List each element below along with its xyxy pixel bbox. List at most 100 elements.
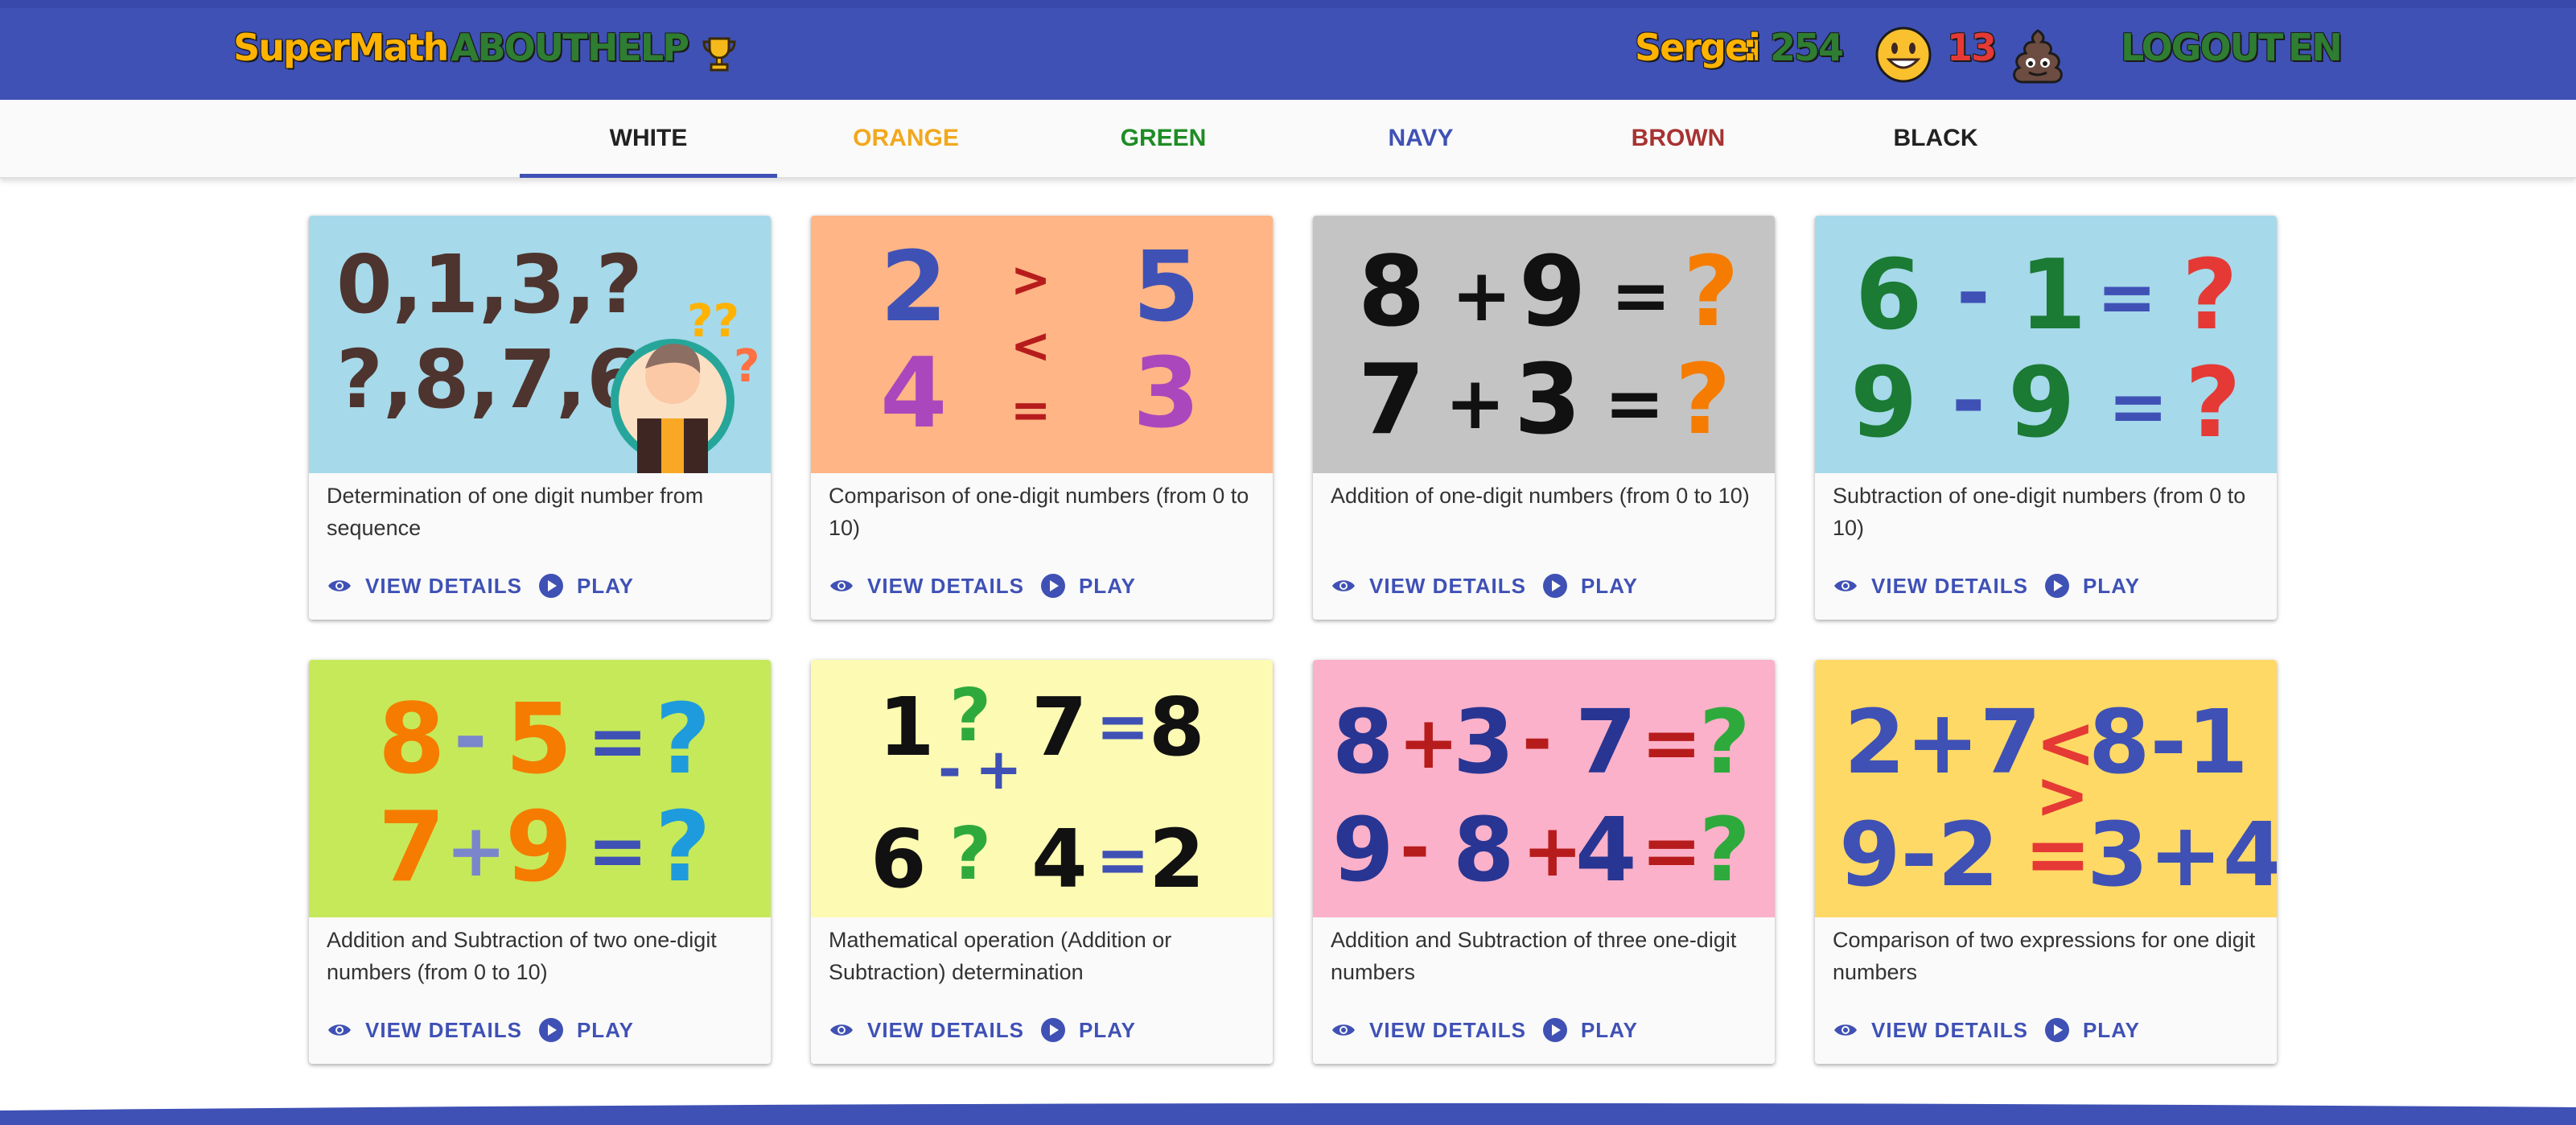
image-text: ? xyxy=(655,684,711,796)
play-button[interactable]: PLAY xyxy=(538,1017,634,1043)
image-text: 7 xyxy=(1031,680,1088,774)
card-description: Subtraction of one-digit numbers (from 0… xyxy=(1833,484,2246,540)
play-label: PLAY xyxy=(576,1017,634,1042)
image-text: 8 xyxy=(1332,690,1394,793)
play-button[interactable]: PLAY xyxy=(1542,1017,1638,1043)
play-circle-icon xyxy=(538,574,563,598)
play-button[interactable]: PLAY xyxy=(1040,1017,1136,1043)
image-text: 4 xyxy=(1031,812,1088,906)
image-text: 8 xyxy=(1149,680,1205,774)
card-actions: VIEW DETAILS PLAY xyxy=(829,1014,1152,1046)
play-button[interactable]: PLAY xyxy=(1040,573,1136,599)
image-text: 8 xyxy=(1453,798,1515,901)
image-text: 6 xyxy=(870,812,927,906)
svg-text:?: ? xyxy=(734,340,759,393)
play-label: PLAY xyxy=(576,573,634,598)
image-text: 9 xyxy=(1519,237,1586,348)
view-details-label: VIEW DETAILS xyxy=(1871,573,2028,598)
tab-brown[interactable]: BROWN xyxy=(1549,100,1807,177)
view-details-button[interactable]: VIEW DETAILS xyxy=(1833,1018,2028,1043)
view-details-button[interactable]: VIEW DETAILS xyxy=(1833,574,2028,599)
language-selector[interactable]: EN xyxy=(2288,26,2343,69)
active-tab-indicator xyxy=(520,174,777,178)
tab-label: WHITE xyxy=(609,125,688,151)
image-text: - xyxy=(938,736,961,802)
tab-black[interactable]: BLACK xyxy=(1807,100,2064,177)
logout-link[interactable]: LOGOUT xyxy=(2121,26,2283,69)
card-image[interactable]: 8 + 9 = ? 7 + 3 = ? xyxy=(1313,216,1775,473)
image-text: 7 xyxy=(1575,690,1637,793)
image-text: ? xyxy=(1699,690,1751,793)
play-button[interactable]: PLAY xyxy=(2044,573,2140,599)
poop-emoji-icon xyxy=(2013,29,2063,84)
view-details-label: VIEW DETAILS xyxy=(1369,1017,1526,1042)
image-text: 0,1,3,? xyxy=(336,237,643,332)
image-text: = xyxy=(1096,822,1150,897)
image-text: ?,8,7,6 xyxy=(336,332,643,427)
image-text: 1 xyxy=(2019,240,2087,352)
belt-tabs: WHITE ORANGE GREEN NAVY BROWN BLACK xyxy=(0,100,2576,179)
play-circle-icon xyxy=(2044,1018,2069,1042)
card-image[interactable]: 0,1,3,? ?,8,7,6 ?? ? xyxy=(309,216,771,473)
card-image[interactable]: 6 - 1 = ? 9 - 9 = ? xyxy=(1815,216,2277,473)
view-details-button[interactable]: VIEW DETAILS xyxy=(327,574,522,599)
image-text: + xyxy=(1445,361,1505,446)
image-text: ? xyxy=(949,812,991,896)
card-actions: VIEW DETAILS PLAY xyxy=(1833,1014,2156,1046)
image-text: < xyxy=(1010,318,1051,374)
view-details-button[interactable]: VIEW DETAILS xyxy=(829,1018,1024,1043)
card-description: Mathematical operation (Addition or Subt… xyxy=(829,928,1172,984)
image-text: ? xyxy=(655,792,711,904)
image-text: 2 xyxy=(880,232,948,344)
eye-icon xyxy=(1834,1024,1857,1036)
image-text: = xyxy=(2108,365,2168,449)
image-text: 4 xyxy=(880,338,948,450)
image-text: + xyxy=(446,809,506,893)
view-details-button[interactable]: VIEW DETAILS xyxy=(1331,1018,1526,1043)
play-button[interactable]: PLAY xyxy=(2044,1017,2140,1043)
image-text: - xyxy=(1522,698,1552,782)
footer-wave xyxy=(0,1102,2576,1125)
tab-navy[interactable]: NAVY xyxy=(1292,100,1549,177)
trophy-icon[interactable] xyxy=(702,35,737,72)
tab-white[interactable]: WHITE xyxy=(520,100,777,177)
view-details-button[interactable]: VIEW DETAILS xyxy=(327,1018,522,1043)
image-text: 3 xyxy=(1514,344,1582,456)
view-details-button[interactable]: VIEW DETAILS xyxy=(1331,574,1526,599)
logo[interactable]: SuperMath xyxy=(233,26,449,69)
help-link[interactable]: HELP xyxy=(587,26,689,69)
play-label: PLAY xyxy=(1078,573,1136,598)
card-image[interactable]: 8 + 3 - 7 = ? 9 - 8 + 4 = ? xyxy=(1313,660,1775,917)
card-image[interactable]: 2 > 5 < 4 = 3 xyxy=(811,216,1273,473)
card-image[interactable]: 2+7 < 8-1 > 9-2 = 3+4 xyxy=(1815,660,2277,917)
image-text: = xyxy=(1010,382,1051,439)
image-text: = xyxy=(1641,701,1702,785)
header-bar: SuperMath ABOUT HELP Sergei : 254 13 LOG… xyxy=(0,8,2576,100)
image-text: = xyxy=(1096,689,1150,764)
image-text: = xyxy=(1641,809,1702,893)
play-button[interactable]: PLAY xyxy=(538,573,634,599)
image-text: + xyxy=(1451,253,1512,338)
card-image[interactable]: 8 - 5 = ? 7 + 9 = ? xyxy=(309,660,771,917)
exercise-card: 2+7 < 8-1 > 9-2 = 3+4 Comparison of two … xyxy=(1815,660,2277,1064)
image-text: - xyxy=(454,690,488,784)
image-text: ? xyxy=(1675,344,1731,456)
card-actions: VIEW DETAILS PLAY xyxy=(327,570,650,602)
card-description: Addition of one-digit numbers (from 0 to… xyxy=(1331,484,1750,508)
play-label: PLAY xyxy=(1580,1017,1638,1042)
exercise-card: 6 - 1 = ? 9 - 9 = ? Subtraction of one-d… xyxy=(1815,216,2277,620)
card-image[interactable]: 1 ? 7 = 8 - + 6 ? 4 = 2 xyxy=(811,660,1273,917)
play-button[interactable]: PLAY xyxy=(1542,573,1638,599)
tab-orange[interactable]: ORANGE xyxy=(777,100,1035,177)
eye-icon xyxy=(1332,580,1355,591)
play-circle-icon xyxy=(1040,574,1065,598)
card-description: Determination of one digit number from s… xyxy=(327,484,704,540)
image-text: 3+4 xyxy=(2087,803,2277,906)
about-link[interactable]: ABOUT xyxy=(451,26,587,69)
tab-label: NAVY xyxy=(1388,125,1454,151)
tab-green[interactable]: GREEN xyxy=(1035,100,1292,177)
eye-icon xyxy=(328,1024,351,1036)
image-text: + xyxy=(975,736,1023,802)
tab-label: ORANGE xyxy=(853,125,959,151)
view-details-button[interactable]: VIEW DETAILS xyxy=(829,574,1024,599)
